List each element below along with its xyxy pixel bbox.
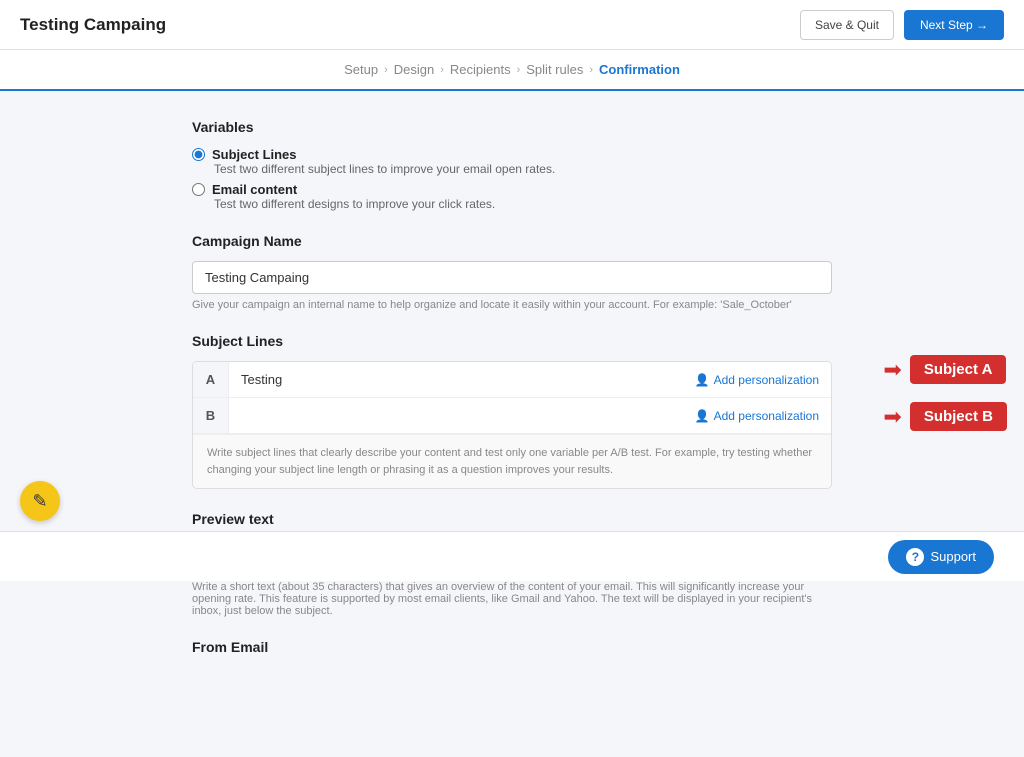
breadcrumb: Setup › Design › Recipients › Split rule… [0,50,1024,91]
preview-text-hint: Write a short text (about 35 characters)… [192,581,832,617]
campaign-name-title: Campaign Name [192,233,832,249]
save-quit-button[interactable]: Save & Quit [800,10,894,40]
support-label: Support [930,549,976,564]
subject-b-personalization-label: Add personalization [714,409,819,423]
subject-lines-desc: Test two different subject lines to impr… [214,162,832,176]
email-content-option: Email content Test two different designs… [192,182,832,211]
subject-hint-box: Write subject lines that clearly describ… [193,434,831,488]
campaign-name-hint: Give your campaign an internal name to h… [192,299,832,311]
bottom-bar: ? Support [0,531,1024,581]
preview-text-title: Preview text [192,511,832,527]
subject-row-b: B 👤 Add personalization [193,398,831,434]
campaign-name-input[interactable] [192,261,832,294]
user-icon-b: 👤 [695,409,710,423]
subject-a-personalization-label: Add personalization [714,373,819,387]
subject-a-input[interactable] [229,362,683,397]
arrow-labels: ➡ Subject A ➡ Subject B [883,355,1007,431]
header: Testing Campaing Save & Quit Next Step → [0,0,1024,50]
breadcrumb-split-rules[interactable]: Split rules [526,62,583,77]
subject-lines-section-title: Subject Lines [192,333,832,349]
floating-pencil-button[interactable]: ✎ [20,481,60,521]
user-icon-a: 👤 [695,373,710,387]
subject-a-personalization[interactable]: 👤 Add personalization [683,373,831,387]
subject-lines-text: Subject Lines [212,147,297,162]
subject-b-input[interactable] [229,398,683,433]
subject-b-badge: Subject B [910,402,1007,431]
variables-title: Variables [192,119,832,135]
subject-row-a: A 👤 Add personalization [193,362,831,398]
breadcrumb-setup[interactable]: Setup [344,62,378,77]
variables-section: Variables Subject Lines Test two differe… [192,119,832,211]
campaign-name-section: Campaign Name Give your campaign an inte… [192,233,832,311]
subject-b-label: B [193,398,229,433]
subject-lines-label[interactable]: Subject Lines [192,147,832,162]
email-content-desc: Test two different designs to improve yo… [214,197,832,211]
main-content: Variables Subject Lines Test two differe… [192,91,832,757]
arrow-a-row: ➡ Subject A [883,355,1007,384]
email-content-text: Email content [212,182,297,197]
breadcrumb-sep-2: › [440,64,444,76]
subject-a-label: A [193,362,229,397]
breadcrumb-confirmation[interactable]: Confirmation [599,62,680,77]
subject-lines-option: Subject Lines Test two different subject… [192,147,832,176]
subject-b-personalization[interactable]: 👤 Add personalization [683,409,831,423]
radio-group: Subject Lines Test two different subject… [192,147,832,211]
pencil-icon: ✎ [32,491,47,512]
breadcrumb-sep-3: › [517,64,521,76]
email-content-radio[interactable] [192,183,205,196]
arrow-b-icon: ➡ [883,404,901,430]
subject-box: A 👤 Add personalization B 👤 Add personal… [192,361,832,489]
from-email-section: From Email [192,639,832,655]
content-wrap: Variables Subject Lines Test two differe… [0,91,1024,757]
from-email-title: From Email [192,639,832,655]
next-step-button[interactable]: Next Step → [904,10,1004,40]
breadcrumb-sep-1: › [384,64,388,76]
subject-lines-section: Subject Lines A 👤 Add personalization B [192,333,832,489]
subject-lines-radio[interactable] [192,148,205,161]
support-button[interactable]: ? Support [888,540,994,574]
email-content-label[interactable]: Email content [192,182,832,197]
header-actions: Save & Quit Next Step → [800,10,1004,40]
support-question-icon: ? [906,548,924,566]
breadcrumb-recipients[interactable]: Recipients [450,62,511,77]
arrow-b-row: ➡ Subject B [883,402,1007,431]
breadcrumb-design[interactable]: Design [394,62,434,77]
breadcrumb-sep-4: › [589,64,593,76]
arrow-a-icon: ➡ [883,357,901,383]
subject-hint: Write subject lines that clearly describ… [207,445,817,478]
page-title: Testing Campaing [20,15,166,35]
subject-a-badge: Subject A [910,355,1007,384]
